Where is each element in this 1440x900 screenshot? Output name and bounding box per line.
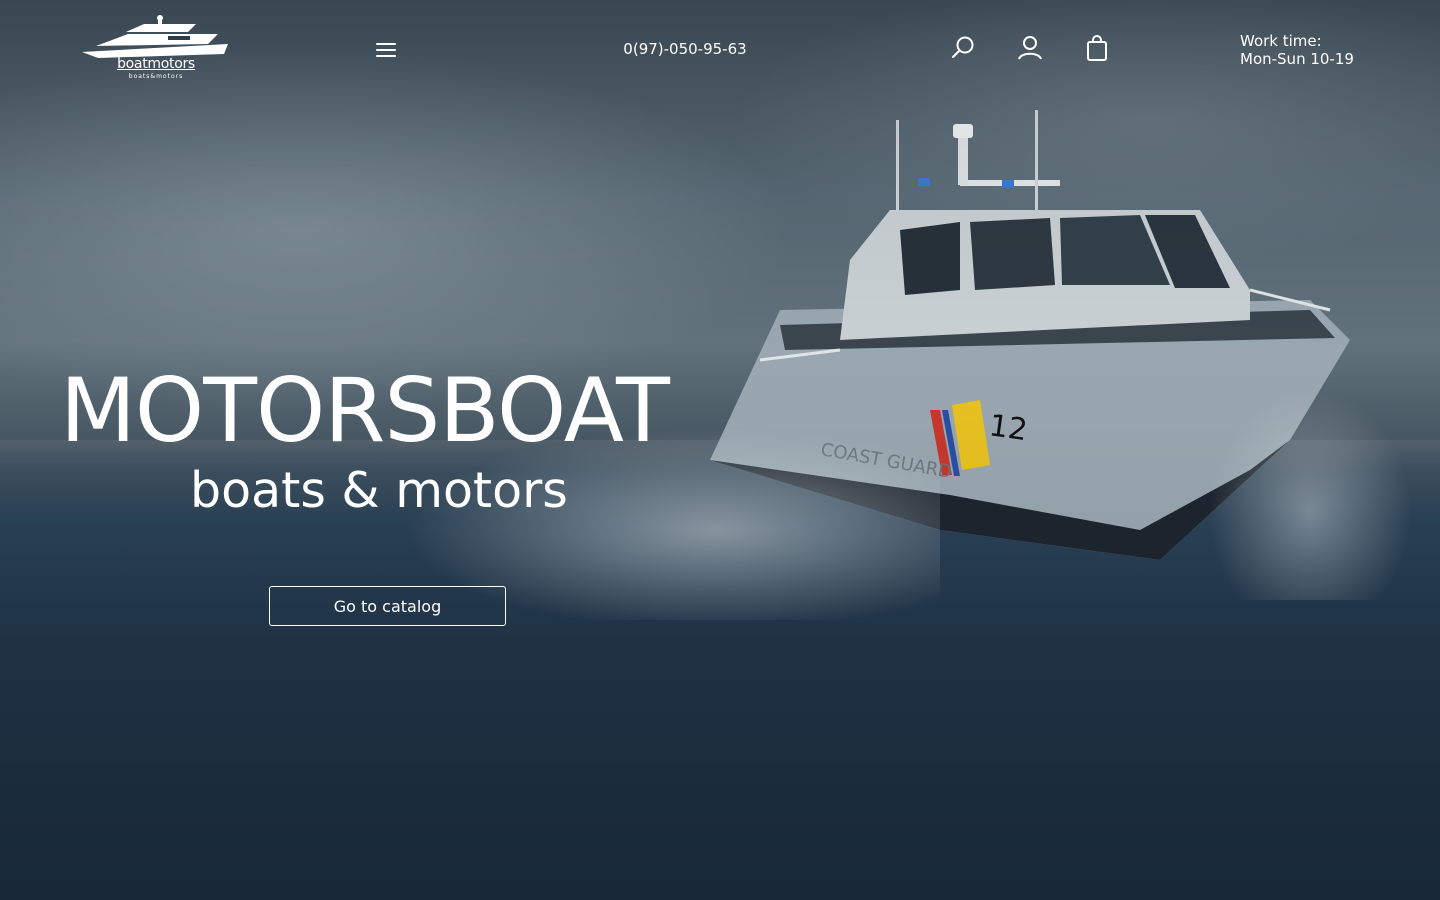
menu-button[interactable] bbox=[372, 37, 400, 63]
hamburger-line bbox=[376, 49, 396, 51]
cart-button[interactable] bbox=[1082, 33, 1112, 63]
logo-name: boatmotors bbox=[117, 56, 195, 72]
hero-title: MOTORSBOAT bbox=[60, 359, 670, 462]
user-icon bbox=[1018, 36, 1042, 60]
hero-subtitle: boats & motors bbox=[190, 462, 568, 519]
svg-text:12: 12 bbox=[987, 408, 1030, 448]
phone-link[interactable]: 0(97)-050-95-63 bbox=[585, 39, 785, 59]
water-spray bbox=[1200, 380, 1420, 600]
search-icon bbox=[952, 36, 974, 58]
logo[interactable]: boatmotors boats&motors bbox=[78, 14, 234, 82]
search-button[interactable] bbox=[948, 33, 978, 63]
account-button[interactable] bbox=[1015, 33, 1045, 63]
work-time: Work time: Mon-Sun 10-19 bbox=[1240, 32, 1400, 68]
hero-section: 12 COAST GUARD boatmotors boats&motors 0… bbox=[0, 0, 1440, 900]
go-to-catalog-button[interactable]: Go to catalog bbox=[269, 586, 506, 626]
hamburger-line bbox=[376, 55, 396, 57]
site-header: boatmotors boats&motors 0(97)-050-95-63 bbox=[0, 0, 1440, 100]
logo-tagline: boats&motors bbox=[128, 73, 184, 80]
yacht-icon bbox=[82, 15, 228, 58]
hamburger-menu-icon bbox=[376, 43, 396, 45]
work-time-hours: Mon-Sun 10-19 bbox=[1240, 50, 1354, 68]
work-time-label: Work time: bbox=[1240, 32, 1322, 50]
shopping-bag-icon bbox=[1087, 35, 1107, 61]
